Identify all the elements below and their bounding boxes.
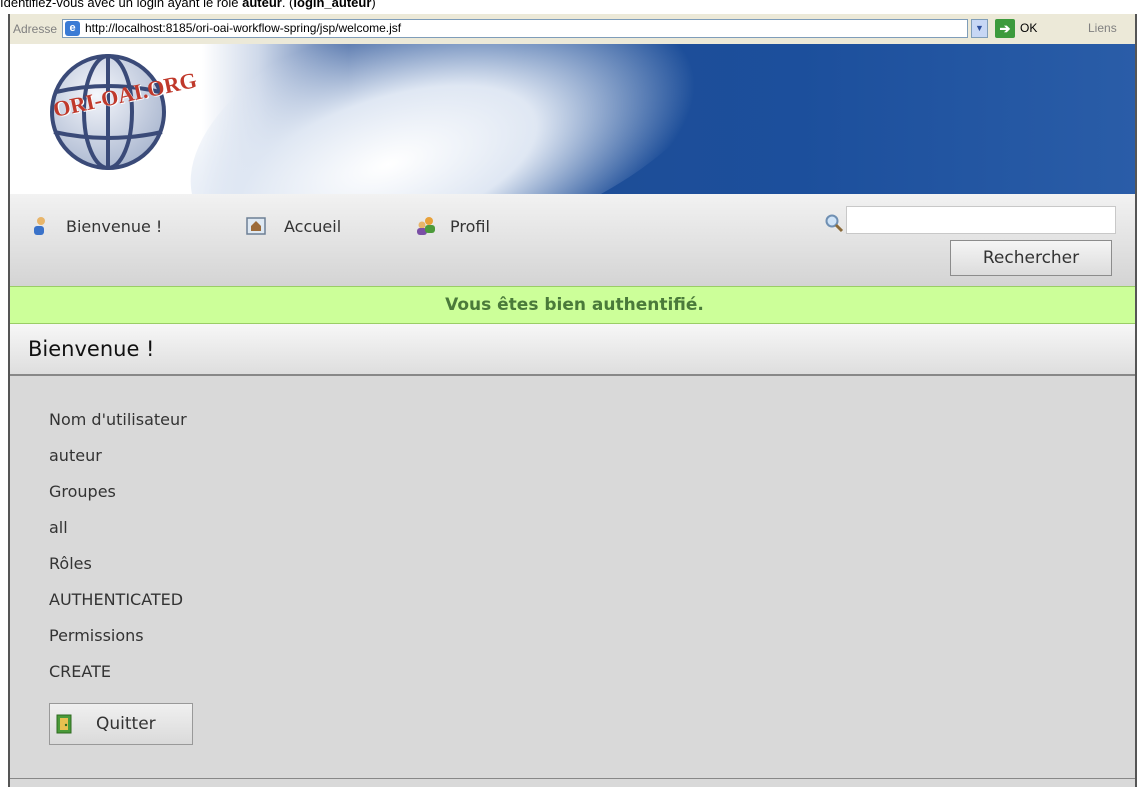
exit-door-icon <box>56 714 72 734</box>
address-input[interactable]: e http://localhost:8185/ori-oai-workflow… <box>62 19 968 38</box>
value-username: auteur <box>49 446 102 465</box>
chevron-down-icon[interactable]: ▼ <box>971 19 988 38</box>
ie-page-icon: e <box>65 21 80 36</box>
quit-button[interactable]: Quitter <box>49 703 193 745</box>
banner-swoosh <box>153 44 767 194</box>
success-message: Vous êtes bien authentifié. <box>10 286 1135 324</box>
quit-label: Quitter <box>96 714 156 734</box>
go-arrow-icon[interactable]: ➔ <box>995 19 1015 38</box>
label-groups: Groupes <box>49 482 116 501</box>
value-permissions: CREATE <box>49 662 111 681</box>
search-icon <box>825 214 844 233</box>
page-title: Bienvenue ! <box>10 324 1135 376</box>
profile-icon <box>417 217 435 235</box>
home-icon <box>246 217 266 235</box>
nav-item-accueil[interactable]: Accueil <box>246 214 341 238</box>
address-bar: Adresse e http://localhost:8185/ori-oai-… <box>10 14 1135 45</box>
user-icon <box>34 217 45 235</box>
label-username: Nom d'utilisateur <box>49 410 187 429</box>
nav-label: Bienvenue ! <box>66 216 163 236</box>
top-navigation: Bienvenue ! Accueil Profil Rechercher <box>10 194 1135 286</box>
value-roles: AUTHENTICATED <box>49 590 184 609</box>
address-label: Adresse <box>13 22 58 36</box>
user-info: Nom d'utilisateur auteur Groupes all Rôl… <box>49 402 187 690</box>
nav-label: Accueil <box>284 216 342 236</box>
label-roles: Rôles <box>49 554 92 573</box>
nav-item-profil[interactable]: Profil <box>416 214 490 238</box>
go-button[interactable]: OK <box>1020 21 1037 35</box>
nav-item-bienvenue[interactable]: Bienvenue ! <box>30 214 162 238</box>
label-permissions: Permissions <box>49 626 144 645</box>
site-banner: ORI-OAI.ORG <box>10 44 1135 194</box>
value-groups: all <box>49 518 68 537</box>
links-button[interactable]: Liens <box>1088 21 1117 35</box>
divider <box>10 778 1135 779</box>
search-button[interactable]: Rechercher <box>950 240 1112 276</box>
search-input[interactable] <box>846 206 1116 234</box>
nav-label: Profil <box>450 216 490 236</box>
address-url: http://localhost:8185/ori-oai-workflow-s… <box>85 21 402 35</box>
caption-text: Identifiez-vous avec un login ayant le r… <box>0 0 376 10</box>
browser-window: Adresse e http://localhost:8185/ori-oai-… <box>8 14 1137 787</box>
